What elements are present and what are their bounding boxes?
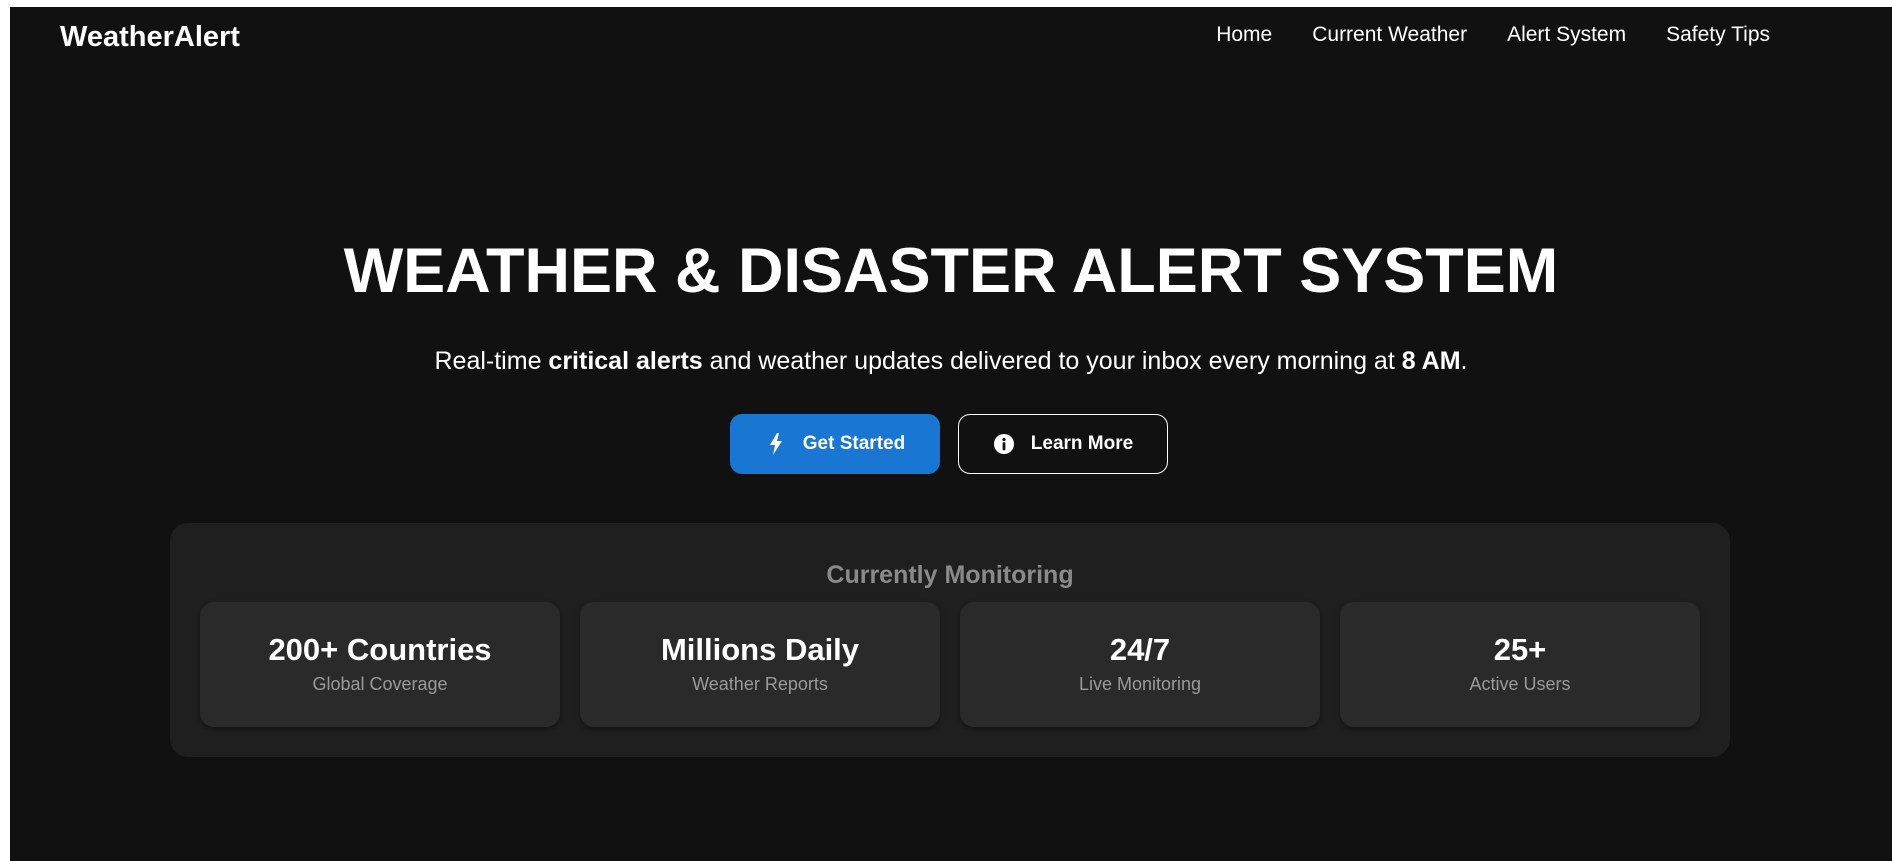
page-frame: WeatherAlert Home Current Weather Alert … <box>10 7 1892 861</box>
stats-cards: 200+ Countries Global Coverage Millions … <box>200 602 1700 727</box>
stat-label: Live Monitoring <box>1078 674 1202 694</box>
nav-links: Home Current Weather Alert System Safety… <box>1216 23 1770 47</box>
hero-subtitle-emphasis: critical alerts <box>548 347 703 375</box>
monitoring-title: Currently Monitoring <box>826 561 1074 589</box>
nav-link-safety-tips[interactable]: Safety Tips <box>1666 23 1770 47</box>
hero-subtitle-text: . <box>1460 347 1468 375</box>
stat-value: 24/7 <box>1109 632 1171 667</box>
top-navbar: WeatherAlert Home Current Weather Alert … <box>10 7 1892 67</box>
learn-more-label: Learn More <box>1030 433 1134 454</box>
stat-card-reports: Millions Daily Weather Reports <box>580 602 940 727</box>
stat-value: Millions Daily <box>660 632 860 667</box>
stat-card-users: 25+ Active Users <box>1340 602 1700 727</box>
hero-title: WEATHER & DISASTER ALERT SYSTEM <box>343 236 1559 306</box>
nav-link-current-weather[interactable]: Current Weather <box>1312 23 1467 47</box>
lightning-icon <box>765 433 787 455</box>
hero-subtitle-time: 8 AM <box>1401 347 1461 375</box>
hero-subtitle-text: Real-time <box>434 347 549 375</box>
hero-subtitle-text: and weather updates delivered to your in… <box>702 347 1402 375</box>
stat-label: Weather Reports <box>692 674 828 694</box>
get-started-label: Get Started <box>802 433 906 454</box>
stat-card-monitoring: 24/7 Live Monitoring <box>960 602 1320 727</box>
learn-more-button[interactable]: Learn More <box>958 414 1168 474</box>
monitoring-panel: Currently Monitoring 200+ Countries Glob… <box>170 523 1730 757</box>
nav-link-alert-system[interactable]: Alert System <box>1507 23 1626 47</box>
stat-label: Global Coverage <box>312 674 448 694</box>
nav-link-home[interactable]: Home <box>1216 23 1272 47</box>
hero-subtitle: Real-time critical alerts and weather up… <box>10 347 1892 376</box>
stat-value: 25+ <box>1493 632 1547 667</box>
stat-value: 200+ Countries <box>268 632 492 667</box>
site-logo[interactable]: WeatherAlert <box>60 21 240 54</box>
stat-label: Active Users <box>1469 674 1571 694</box>
stat-card-countries: 200+ Countries Global Coverage <box>200 602 560 727</box>
get-started-button[interactable]: Get Started <box>730 414 940 474</box>
info-icon <box>993 433 1015 455</box>
